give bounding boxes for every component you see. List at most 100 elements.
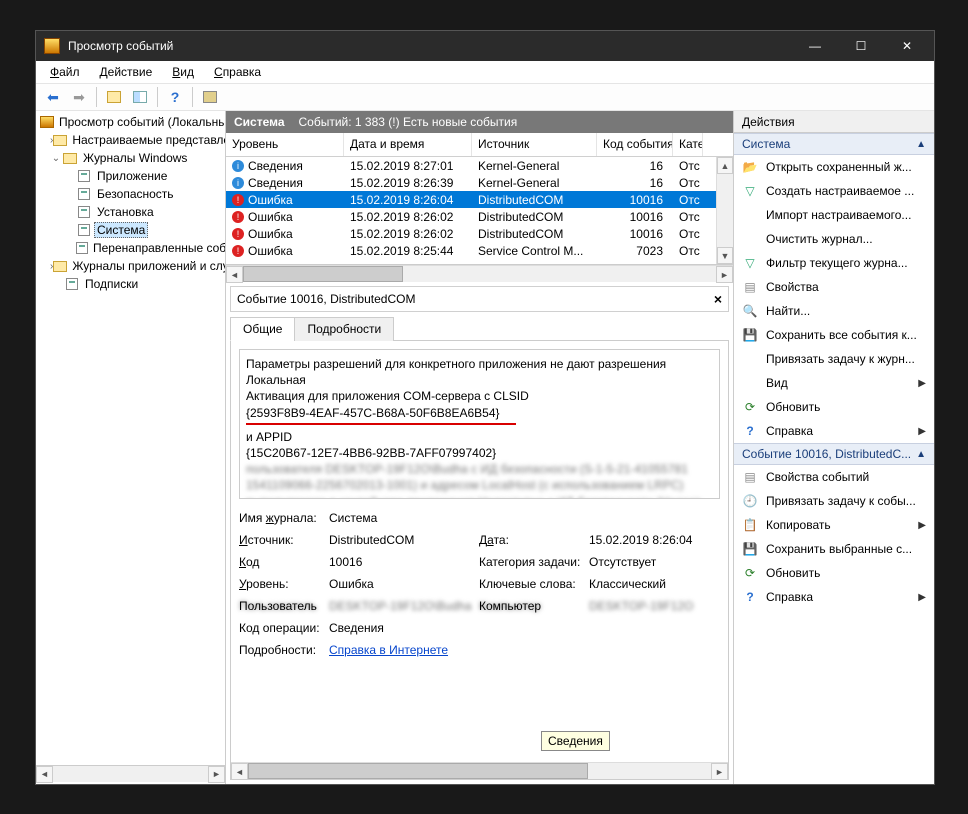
menu-action[interactable]: Действие [92,63,161,81]
action-filter-current-log[interactable]: ▽Фильтр текущего журна... [734,251,934,275]
desc-line1: Параметры разрешений для конкретного при… [246,356,713,388]
tree-windows-logs[interactable]: ⌄ Журналы Windows [36,149,225,167]
action-save-selected[interactable]: 💾Сохранить выбранные с... [734,537,934,561]
blurred-text: пользователя DESKTOP-19F12O\Budha с ИД б… [246,461,713,477]
close-button[interactable]: ✕ [884,31,930,61]
val-source: DistributedCOM [329,533,479,547]
actions-group-event[interactable]: Событие 10016, DistributedC...▲ [734,443,934,465]
action-refresh-event[interactable]: ⟳Обновить [734,561,934,585]
titlebar[interactable]: Просмотр событий — ☐ ✕ [36,31,934,61]
scroll-left-icon[interactable]: ◄ [231,763,248,780]
event-row[interactable]: !Ошибка15.02.2019 8:25:44Service Control… [226,242,733,259]
action-attach-task-event[interactable]: 🕘Привязать задачу к собы... [734,489,934,513]
detail-hscroll[interactable]: ◄ ► [231,762,728,779]
tree-forwarded[interactable]: Перенаправленные события [36,239,225,257]
toolbar-panes-icon[interactable] [129,86,151,108]
toolbar-help-icon[interactable]: ? [164,86,186,108]
lab-taskcat: Категория задачи: [479,555,589,569]
scroll-up-icon[interactable]: ▲ [717,157,733,174]
blurred-text: выполняемого в контейнере приложения Нед… [246,494,713,500]
col-level[interactable]: Уровень [226,133,344,156]
event-properties: Имя журнала: Система Источник: Distribut… [239,511,720,657]
col-datetime[interactable]: Дата и время [344,133,472,156]
desc-line2: Активация для приложения COM-сервера с C… [246,388,713,404]
menubar: Файл Действие Вид Справка [36,61,934,83]
scroll-thumb[interactable] [248,763,588,779]
action-event-properties[interactable]: ▤Свойства событий [734,465,934,489]
tab-details[interactable]: Подробности [294,317,394,341]
event-row[interactable]: !Ошибка15.02.2019 8:26:02DistributedCOM1… [226,208,733,225]
action-help-event[interactable]: ?Справка▶ [734,585,934,609]
tree-hscroll[interactable]: ◄ ► [36,765,225,782]
col-source[interactable]: Источник [472,133,597,156]
val-user: DESKTOP-19F12O\Budha [329,599,479,613]
scroll-left-icon[interactable]: ◄ [36,766,53,783]
tree-custom-views[interactable]: › Настраиваемые представления [36,131,225,149]
minimize-button[interactable]: — [792,31,838,61]
menu-help[interactable]: Справка [206,63,269,81]
action-save-all-events[interactable]: 💾Сохранить все события к... [734,323,934,347]
col-code[interactable]: Код события [597,133,673,156]
error-icon: ! [232,194,244,206]
center-title: Система [234,115,285,129]
tooltip: Сведения [541,731,610,751]
desc-appid: {15C20B67-12E7-4BB6-92BB-7AFF07997402} [246,445,713,461]
action-open-saved-log[interactable]: 📂Открыть сохраненный ж... [734,155,934,179]
nav-back-button[interactable]: ⬅ [42,86,64,108]
action-help[interactable]: ?Справка▶ [734,419,934,443]
list-vscroll[interactable]: ▲ ▼ [716,157,733,264]
col-category[interactable]: Категория [673,133,703,156]
action-find[interactable]: 🔍Найти... [734,299,934,323]
actions-title: Действия [734,111,934,133]
menu-view[interactable]: Вид [164,63,202,81]
online-help-link[interactable]: Справка в Интернете [329,643,448,657]
action-refresh[interactable]: ⟳Обновить [734,395,934,419]
scroll-left-icon[interactable]: ◄ [226,266,243,283]
val-opcode: Сведения [329,621,479,635]
detail-close-button[interactable]: × [714,291,722,307]
tree-setup[interactable]: Установка [36,203,225,221]
navigation-tree[interactable]: Просмотр событий (Локальный) › Настраива… [36,113,225,765]
tree-root[interactable]: Просмотр событий (Локальный) [36,113,225,131]
scroll-thumb[interactable] [243,266,403,282]
menu-file[interactable]: Файл [42,63,88,81]
scroll-right-icon[interactable]: ► [208,766,225,783]
maximize-button[interactable]: ☐ [838,31,884,61]
tree-system[interactable]: Система [36,221,225,239]
event-list[interactable]: iСведения15.02.2019 8:27:01Kernel-Genera… [226,157,733,265]
tree-security[interactable]: Безопасность [36,185,225,203]
scroll-right-icon[interactable]: ► [711,763,728,780]
action-copy[interactable]: 📋Копировать▶ [734,513,934,537]
tree-app-services[interactable]: › Журналы приложений и служб [36,257,225,275]
val-level: Ошибка [329,577,479,591]
toolbar-grid-icon[interactable] [199,86,221,108]
event-row[interactable]: iСведения15.02.2019 8:27:01Kernel-Genera… [226,157,733,174]
error-icon: ! [232,228,244,240]
nav-forward-button[interactable]: ➡ [68,86,90,108]
scroll-right-icon[interactable]: ► [716,266,733,283]
detail-body: Параметры разрешений для конкретного при… [230,341,729,780]
event-row[interactable]: !Ошибка15.02.2019 8:26:02DistributedCOM1… [226,225,733,242]
list-header: Уровень Дата и время Источник Код событи… [226,133,733,157]
action-properties[interactable]: ▤Свойства [734,275,934,299]
event-row[interactable]: !Ошибка15.02.2019 8:26:04DistributedCOM1… [226,191,733,208]
actions-group-system[interactable]: Система▲ [734,133,934,155]
action-attach-task-log[interactable]: Привязать задачу к журн... [734,347,934,371]
action-view[interactable]: Вид▶ [734,371,934,395]
detail-tabs: Общие Подробности [230,316,729,341]
description-box[interactable]: Параметры разрешений для конкретного при… [239,349,720,499]
toolbar: ⬅ ➡ ? [36,83,934,111]
list-hscroll[interactable]: ◄ ► [226,265,733,282]
action-import-custom-view[interactable]: Импорт настраиваемого... [734,203,934,227]
tree-subscriptions[interactable]: Подписки [36,275,225,293]
val-date: 15.02.2019 8:26:04 [589,533,729,547]
lab-user: Пользователь [239,599,329,613]
scroll-down-icon[interactable]: ▼ [717,247,733,264]
action-clear-log[interactable]: Очистить журнал... [734,227,934,251]
center-pane: Система Событий: 1 383 (!) Есть новые со… [226,111,734,784]
action-create-custom-view[interactable]: ▽Создать настраиваемое ... [734,179,934,203]
tab-general[interactable]: Общие [230,317,295,341]
toolbar-explore-icon[interactable] [103,86,125,108]
tree-application[interactable]: Приложение [36,167,225,185]
event-row[interactable]: iСведения15.02.2019 8:26:39Kernel-Genera… [226,174,733,191]
